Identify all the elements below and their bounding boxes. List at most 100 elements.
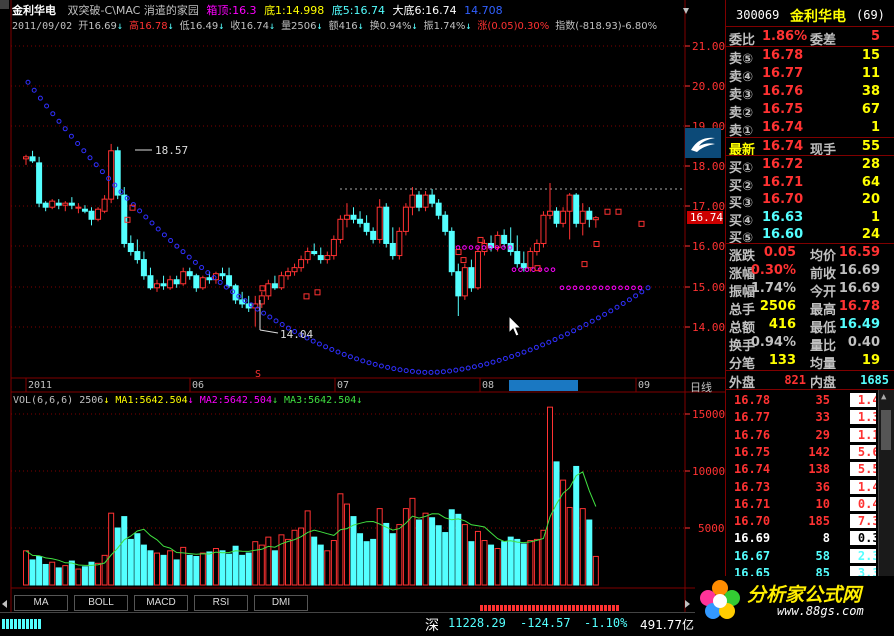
- candle-body: [219, 273, 226, 277]
- volume-bar: [337, 493, 344, 586]
- trade-percent: 0.40%: [850, 496, 876, 511]
- magenta-dot: [559, 285, 565, 291]
- tab-rsi[interactable]: RSI: [194, 595, 248, 611]
- candle-body: [55, 202, 62, 206]
- period-label[interactable]: 日线: [690, 379, 712, 395]
- volume-bar: [586, 519, 593, 586]
- curve-dot: [509, 354, 515, 360]
- volume-bar: [55, 567, 62, 586]
- trade-tick-row[interactable]: 16.77 33 1.32%: [726, 409, 876, 426]
- trade-tick-row[interactable]: 16.78 35 1.40%: [726, 392, 876, 409]
- candle-body: [271, 283, 278, 289]
- volume-bar: [481, 540, 488, 586]
- volume-bar: [226, 553, 233, 586]
- candle-body: [507, 242, 514, 253]
- curve-dot: [633, 293, 639, 299]
- curve-dot: [626, 297, 632, 303]
- volume-bar: [193, 556, 200, 586]
- curve-dot: [453, 367, 459, 373]
- buy-order-row[interactable]: 买① 16.72 28: [726, 156, 886, 176]
- watermark: 分析家公式网 www.88gs.com: [695, 576, 894, 622]
- trade-tick-row[interactable]: 16.70 185 7.38%: [726, 513, 876, 530]
- signal-square: [615, 208, 622, 215]
- volume-bar: [271, 550, 278, 586]
- scroll-right-icon[interactable]: [685, 600, 690, 608]
- tab-boll[interactable]: BOLL: [74, 595, 128, 611]
- sell-order-row[interactable]: 卖① 16.74 1: [726, 119, 886, 139]
- sell-orders: 卖⑤ 16.78 15 卖④ 16.77 11 卖③ 16.76 38 卖② 16.75 67 卖① 16…: [726, 47, 894, 139]
- top-left-corner-button[interactable]: [0, 0, 9, 9]
- date-range-selection[interactable]: [509, 380, 578, 391]
- price-tick-16: 16.00: [692, 240, 726, 253]
- stat-value: 16.69: [838, 281, 880, 296]
- stat-value: 0.05: [763, 245, 796, 260]
- date-label-2011: 2011: [28, 380, 53, 391]
- scroll-left-icon[interactable]: [2, 600, 7, 608]
- candle-body: [455, 271, 462, 297]
- trade-percent: 7.38%: [850, 514, 876, 529]
- buy-order-row[interactable]: 买④ 16.63 1: [726, 209, 886, 229]
- trade-tick-row[interactable]: 16.65 85 3.39%: [726, 565, 876, 576]
- candle-body: [429, 194, 436, 204]
- trade-tick-row[interactable]: 16.74 138 5.51%: [726, 461, 876, 478]
- candle-body: [357, 218, 364, 224]
- sell-order-price: 16.75: [762, 102, 804, 117]
- sell-order-row[interactable]: 卖④ 16.77 11: [726, 65, 886, 85]
- mouse-cursor-icon: [508, 314, 523, 337]
- tab-ma[interactable]: MA: [14, 595, 68, 611]
- buy-order-price: 16.70: [762, 192, 804, 207]
- magenta-dot: [579, 285, 584, 291]
- trade-tick-row[interactable]: 16.76 29 1.16%: [726, 427, 876, 444]
- stat-value: 16.69: [838, 263, 880, 278]
- sell-order-row[interactable]: 卖⑤ 16.78 15: [726, 47, 886, 67]
- magenta-dot: [598, 285, 604, 291]
- curve-dot: [416, 369, 422, 375]
- volume-bar: [311, 536, 318, 586]
- trade-tick-row[interactable]: 16.67 58 2.31%: [726, 548, 876, 565]
- candle-body: [68, 202, 75, 206]
- volume-bar: [592, 555, 599, 586]
- trade-tick-row[interactable]: 16.69 8 0.32%: [726, 530, 876, 547]
- candle-body: [88, 210, 95, 220]
- sell-order-row[interactable]: 卖③ 16.76 38: [726, 83, 886, 103]
- sell-order-row[interactable]: 卖② 16.75 67: [726, 101, 886, 121]
- stats-row: 涨跌 0.05 均价 16.59: [726, 244, 886, 264]
- volume-bar: [520, 543, 527, 586]
- trade-price: 16.67: [734, 548, 771, 563]
- chart-canvas[interactable]: 18.57 14.04 S: [0, 0, 725, 635]
- scrollbar-thumb[interactable]: [881, 410, 891, 450]
- trade-tick-row[interactable]: 16.75 142 5.67%: [726, 444, 876, 461]
- trade-ticks-list[interactable]: 16.78351.40%16.77331.32%16.76291.16%16.7…: [726, 390, 876, 576]
- curve-dot: [409, 368, 415, 374]
- candle-body: [389, 242, 396, 257]
- buy-order-price: 16.60: [762, 227, 804, 242]
- vol-tick-15000: 15000: [692, 408, 726, 421]
- volume-bar: [68, 560, 75, 586]
- sell-order-price: 16.74: [762, 120, 804, 135]
- candle-body: [402, 206, 409, 232]
- curve-dot: [93, 162, 99, 168]
- bottom1-value: 底1:14.998: [264, 4, 325, 17]
- volume-bar: [494, 548, 501, 586]
- volume-bar: [527, 540, 534, 586]
- volume-bar: [239, 554, 246, 586]
- candle-body: [514, 251, 521, 265]
- buy-order-row[interactable]: 买⑤ 16.60 24: [726, 226, 886, 246]
- collapse-arrow-icon[interactable]: [683, 8, 689, 14]
- quote-panel: 300069 金利华电 (69) 委比 1.86% 委差 5 卖⑤ 16.78 15…: [725, 0, 894, 576]
- candle-body: [180, 271, 187, 285]
- trade-tick-row[interactable]: 16.71 10 0.40%: [726, 496, 876, 513]
- curve-dot: [645, 285, 651, 291]
- sell-order-volume: 67: [861, 102, 880, 117]
- tab-dmi[interactable]: DMI: [254, 595, 308, 611]
- trades-scrollbar[interactable]: ▲: [878, 390, 894, 576]
- trade-percent: 3.39%: [850, 566, 876, 576]
- tab-macd[interactable]: MACD: [134, 595, 188, 611]
- volume-bar: [416, 519, 422, 586]
- buy-order-row[interactable]: 买② 16.71 64: [726, 174, 886, 194]
- scroll-up-icon[interactable]: ▲: [881, 392, 886, 402]
- curve-dot: [397, 367, 403, 373]
- broker-logo-icon[interactable]: [685, 128, 721, 158]
- trade-tick-row[interactable]: 16.73 36 1.44%: [726, 479, 876, 496]
- buy-order-row[interactable]: 买③ 16.70 20: [726, 191, 886, 211]
